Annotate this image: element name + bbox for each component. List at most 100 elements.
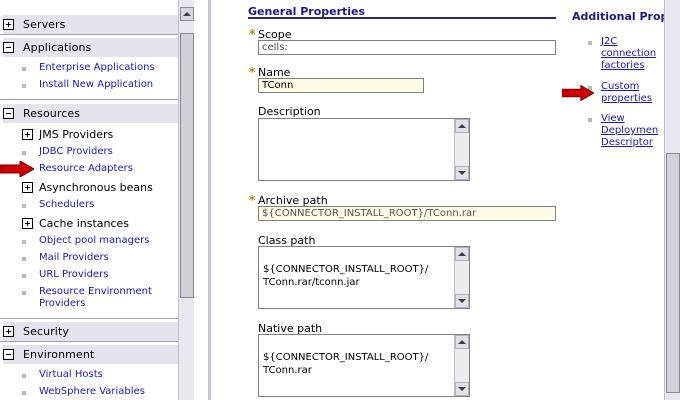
nav-link[interactable]: Schedulers — [39, 199, 94, 211]
nav-section-security[interactable]: Security — [3, 322, 178, 341]
nav-link[interactable]: Mail Providers — [39, 252, 109, 264]
nav-item-cache-instances[interactable]: Cache instances — [22, 217, 178, 230]
link-j2c-connection-factories[interactable]: J2C connection factories — [588, 36, 664, 72]
bullet-icon — [22, 291, 26, 295]
native-path-text: ${CONNECTOR_INSTALL_ROOT}/ TConn.rar — [263, 352, 429, 376]
scroll-up-icon[interactable] — [180, 7, 194, 21]
scope-field: cells: — [258, 40, 556, 55]
expand-plus-icon[interactable] — [3, 326, 14, 337]
navigation-tree: Servers Applications Enterprise Applicat… — [0, 0, 178, 400]
description-label: Description — [258, 105, 321, 118]
nav-divider — [0, 34, 178, 35]
link-view-deployment-descriptor[interactable]: View Deploymen Descriptor — [588, 113, 664, 149]
bullet-icon — [22, 84, 26, 88]
link-custom-properties[interactable]: Custom properties — [588, 81, 664, 105]
expand-plus-icon[interactable] — [22, 218, 33, 229]
nav-item-enterprise-applications[interactable]: Enterprise Applications — [22, 62, 178, 74]
scroll-up-icon[interactable] — [455, 335, 469, 349]
description-textarea[interactable] — [258, 118, 470, 181]
collapse-minus-icon[interactable] — [3, 349, 14, 360]
nav-link[interactable]: Resource Environment Providers — [39, 286, 178, 310]
archive-path-field: ${CONNECTOR_INSTALL_ROOT}/TConn.rar — [258, 206, 556, 221]
class-path-text: ${CONNECTOR_INSTALL_ROOT}/ TConn.rar/tco… — [263, 264, 429, 288]
nav-scrollbar[interactable] — [178, 0, 194, 400]
nav-scroll-thumb[interactable] — [180, 33, 194, 298]
nav-section-environment[interactable]: Environment — [3, 345, 178, 364]
required-star-icon: * — [249, 27, 256, 41]
additional-properties-title: Additional Prope — [572, 10, 664, 23]
required-star-icon: * — [249, 193, 256, 207]
nav-link[interactable]: Virtual Hosts — [39, 369, 103, 381]
nav-link[interactable]: Enterprise Applications — [39, 62, 155, 74]
nav-item-object-pool-managers[interactable]: Object pool managers — [22, 235, 178, 247]
textarea-scrollbar[interactable] — [454, 247, 469, 308]
scroll-down-icon[interactable] — [455, 166, 469, 180]
nav-item-jdbc-providers[interactable]: JDBC Providers — [22, 146, 178, 158]
scroll-down-icon[interactable] — [455, 382, 469, 396]
page-scrollbar[interactable] — [664, 0, 680, 400]
nav-item-jms-providers[interactable]: JMS Providers — [22, 128, 178, 141]
collapse-minus-icon[interactable] — [3, 108, 14, 119]
scroll-down-icon[interactable] — [455, 294, 469, 308]
red-arrow-icon — [562, 85, 594, 101]
nav-item-mail-providers[interactable]: Mail Providers — [22, 252, 178, 264]
nav-section-resources[interactable]: Resources — [3, 104, 178, 123]
native-path-textarea[interactable]: ${CONNECTOR_INSTALL_ROOT}/ TConn.rar — [258, 334, 470, 397]
bullet-icon — [22, 204, 26, 208]
bullet-icon — [22, 240, 26, 244]
nav-item-resource-environment-providers[interactable]: Resource Environment Providers — [22, 286, 178, 310]
nav-link[interactable]: WebSphere Variables — [39, 386, 145, 398]
nav-divider — [0, 318, 178, 319]
nav-divider — [0, 99, 178, 100]
expand-plus-icon[interactable] — [22, 182, 33, 193]
name-input[interactable]: TConn — [258, 78, 424, 93]
bullet-icon — [22, 151, 26, 155]
class-path-textarea[interactable]: ${CONNECTOR_INSTALL_ROOT}/ TConn.rar/tco… — [258, 246, 470, 309]
bullet-icon — [22, 374, 26, 378]
textarea-scrollbar[interactable] — [454, 335, 469, 396]
expand-plus-icon[interactable] — [22, 129, 33, 140]
bullet-icon — [22, 257, 26, 261]
additional-properties-panel: Additional Prope J2C connection factorie… — [570, 0, 664, 400]
expand-plus-icon[interactable] — [3, 19, 14, 30]
additional-link[interactable]: View Deploymen Descriptor — [601, 113, 664, 149]
nav-section-label: Environment — [23, 348, 95, 361]
nav-item-websphere-variables[interactable]: WebSphere Variables — [22, 386, 178, 398]
required-star-icon: * — [249, 65, 256, 79]
additional-link[interactable]: Custom properties — [601, 81, 664, 105]
additional-link[interactable]: J2C connection factories — [601, 36, 664, 72]
nav-section-label: Security — [23, 325, 69, 338]
bullet-icon — [588, 41, 592, 45]
nav-divider — [0, 341, 178, 342]
nav-label[interactable]: Cache instances — [39, 217, 129, 230]
nav-link[interactable]: Resource Adapters — [39, 163, 133, 175]
nav-item-url-providers[interactable]: URL Providers — [22, 269, 178, 281]
nav-label[interactable]: JMS Providers — [39, 128, 113, 141]
textarea-scrollbar[interactable] — [454, 119, 469, 180]
scroll-up-icon[interactable] — [455, 247, 469, 261]
bullet-icon — [22, 391, 26, 395]
bullet-icon — [588, 118, 592, 122]
nav-item-virtual-hosts[interactable]: Virtual Hosts — [22, 369, 178, 381]
nav-item-schedulers[interactable]: Schedulers — [22, 199, 178, 211]
nav-link[interactable]: JDBC Providers — [39, 146, 113, 158]
nav-section-applications[interactable]: Applications — [3, 38, 178, 57]
nav-item-resource-adapters[interactable]: Resource Adapters — [22, 163, 178, 175]
nav-item-install-new-application[interactable]: Install New Application — [22, 79, 178, 91]
nav-link[interactable]: URL Providers — [39, 269, 108, 281]
nav-link[interactable]: Install New Application — [39, 79, 153, 91]
nav-link[interactable]: Object pool managers — [39, 235, 149, 247]
frame-divider[interactable] — [208, 0, 211, 400]
bullet-icon — [22, 274, 26, 278]
collapse-minus-icon[interactable] — [3, 42, 14, 53]
red-arrow-icon — [0, 161, 34, 177]
nav-section-servers[interactable]: Servers — [3, 15, 178, 34]
nav-section-label: Applications — [23, 41, 92, 54]
general-properties-form: General Properties * Scope cells: * Name… — [212, 0, 562, 400]
nav-label[interactable]: Asynchronous beans — [39, 181, 153, 194]
nav-item-asynchronous-beans[interactable]: Asynchronous beans — [22, 181, 178, 194]
scroll-up-icon[interactable] — [455, 119, 469, 133]
bullet-icon — [22, 67, 26, 71]
nav-section-label: Resources — [23, 107, 81, 120]
page-scroll-thumb[interactable] — [666, 153, 680, 393]
